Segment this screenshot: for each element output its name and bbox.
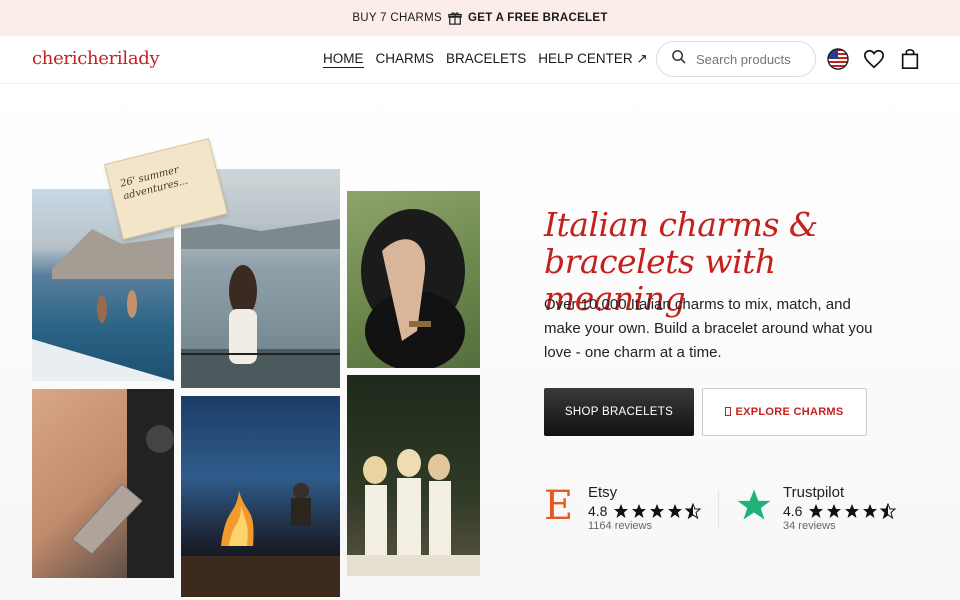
trustpilot-stars [809, 503, 897, 519]
main-navigation: chericherilady HOME CHARMS BRACELETS HEL… [0, 36, 960, 84]
etsy-review[interactable]: E Etsy 4.8 1164 reviews [544, 484, 703, 532]
nav-item-home[interactable]: HOME [323, 51, 364, 68]
explore-charms-button[interactable]: EXPLORE CHARMS [702, 388, 867, 436]
hero-subtext: Over 10,000 Italian charms to mix, match… [544, 296, 873, 361]
trustpilot-logo-icon [736, 488, 772, 529]
trustpilot-review-count: 34 reviews [783, 520, 836, 532]
trustpilot-review[interactable]: Trustpilot 4.6 34 reviews [736, 484, 898, 532]
search-box[interactable] [656, 41, 816, 77]
shop-bracelets-button[interactable]: SHOP BRACELETS [544, 388, 694, 436]
etsy-stars [614, 503, 702, 519]
promo-left-text: BUY 7 CHARMS [352, 12, 442, 24]
review-divider [718, 490, 719, 528]
nav-item-help-center[interactable]: HELP CENTER ↗ [538, 51, 647, 68]
explore-charms-icon [725, 407, 732, 416]
search-icon [671, 49, 686, 69]
trustpilot-name: Trustpilot [783, 484, 845, 501]
trustpilot-score: 4.6 [783, 503, 803, 519]
us-flag-icon[interactable] [826, 47, 850, 71]
gift-icon [448, 11, 462, 25]
etsy-logo-icon: E [544, 483, 574, 529]
search-input[interactable] [696, 51, 800, 67]
etsy-score: 4.8 [588, 503, 608, 519]
etsy-name: Etsy [588, 484, 618, 501]
photo-bracelet-wrist [32, 389, 174, 578]
photo-black-dog [347, 191, 480, 368]
nav-item-charms[interactable]: CHARMS [376, 51, 435, 68]
nav-item-bracelets[interactable]: BRACELETS [446, 51, 526, 68]
bag-icon[interactable] [898, 47, 922, 71]
heart-icon[interactable] [862, 47, 886, 71]
headline-line-1: Italian charms & [544, 205, 818, 244]
brand-logo[interactable]: chericherilady [32, 48, 160, 69]
photo-party-women [347, 375, 480, 576]
promo-right-text: GET A FREE BRACELET [468, 12, 608, 24]
promo-bar: BUY 7 CHARMS GET A FREE BRACELET [0, 0, 960, 36]
etsy-review-count: 1164 reviews [588, 520, 652, 532]
nav-menu: HOME CHARMS BRACELETS HELP CENTER ↗ [323, 51, 648, 68]
explore-charms-label: EXPLORE CHARMS [735, 406, 844, 418]
photo-bonfire [181, 396, 340, 597]
